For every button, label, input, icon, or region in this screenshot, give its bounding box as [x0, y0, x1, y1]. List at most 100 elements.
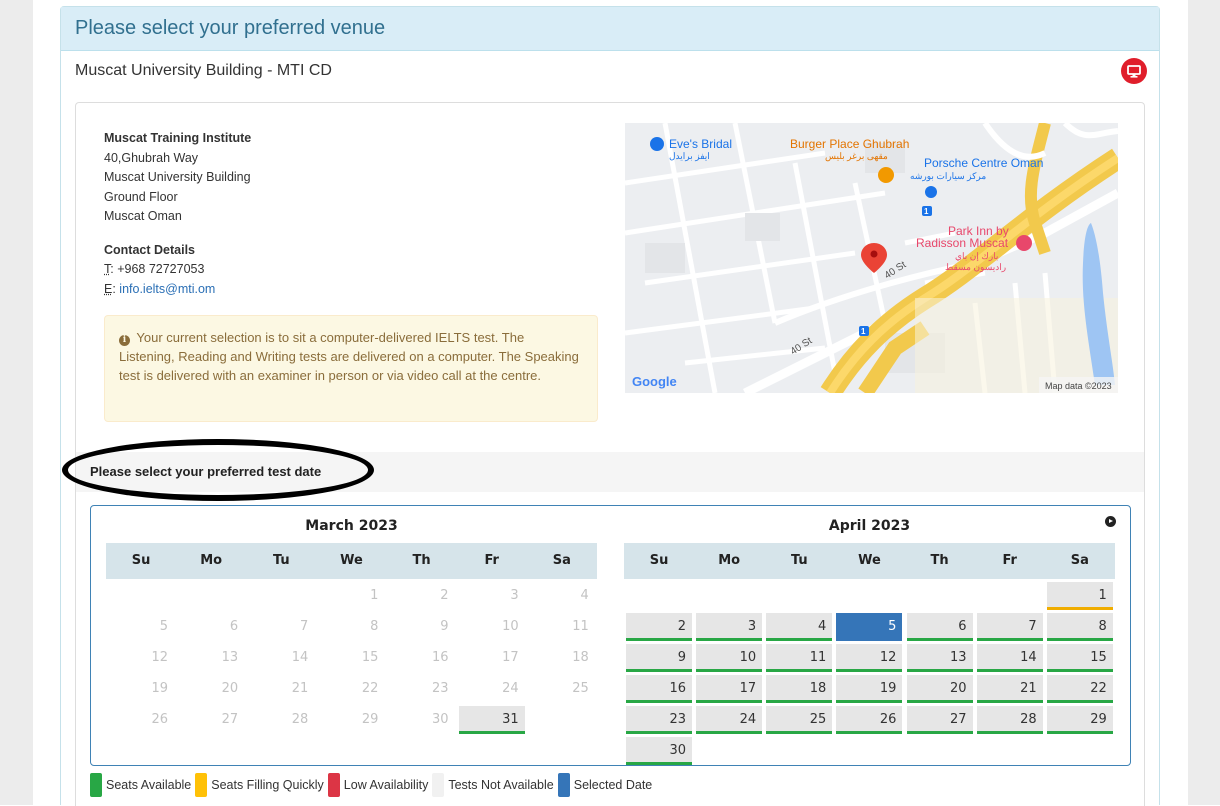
weekday-label: Th — [930, 553, 949, 568]
calendar-day[interactable]: 7 — [976, 613, 1043, 641]
calendar-day[interactable]: 21 — [976, 675, 1043, 703]
legend-swatch — [195, 773, 208, 797]
map-label-porsche: Porsche Centre Oman — [924, 156, 1043, 170]
email-line: E: info.ielts@mti.om — [104, 280, 251, 300]
calendar-day[interactable]: 13 — [906, 644, 973, 672]
legend-label: Low Availability — [343, 778, 429, 792]
calendar-day: 1 — [370, 588, 379, 603]
calendar-day: 21 — [291, 681, 309, 696]
calendar-day: 24 — [502, 681, 519, 696]
address-line: 40,Ghubrah Way — [104, 150, 199, 165]
calendar-day: 6 — [229, 619, 239, 634]
calendar-day[interactable]: 25 — [766, 706, 833, 734]
legend-swatch — [432, 773, 445, 797]
notice-text: Your current selection is to sit a compu… — [119, 330, 579, 383]
calendar-day: 23 — [432, 681, 449, 696]
calendar-day[interactable]: 6 — [906, 613, 973, 641]
next-month-icon[interactable] — [1105, 516, 1116, 527]
map-label-park-inn-2: Radisson Muscat — [916, 236, 1009, 250]
venue-details-card: Muscat Training Institute 40,Ghubrah Way… — [62, 102, 1145, 806]
test-date-heading-bar: Please select your preferred test date — [62, 439, 1144, 501]
weekday-label: Tu — [272, 553, 290, 568]
map-label-porsche-ar: مركز سيارات بورشه — [910, 171, 986, 182]
calendar-day[interactable]: 1 — [1046, 582, 1113, 610]
map-label-burger-place-ar: مقهى برغر بليس — [825, 151, 888, 162]
weekday-label: Tu — [790, 553, 808, 568]
calendar-day: 26 — [151, 712, 168, 727]
calendar-day[interactable]: 5 — [836, 613, 903, 641]
calendar-day[interactable]: 27 — [906, 706, 973, 734]
legend-label: Seats Available — [106, 778, 192, 792]
calendar-day: 13 — [221, 650, 239, 665]
calendar-day: 28 — [291, 712, 309, 727]
calendar-day: 30 — [432, 712, 449, 727]
calendar-day: 12 — [151, 650, 168, 665]
map-label-eves-bridal-ar: ايفز برايدل — [669, 151, 710, 162]
weekday-label: Fr — [484, 553, 499, 568]
venue-bar[interactable]: Muscat University Building - MTI CD — [61, 51, 1159, 91]
calendar-day[interactable]: 16 — [626, 675, 692, 703]
weekday-label: We — [858, 553, 881, 568]
calendar-day: 4 — [580, 588, 589, 603]
phone-number: : +968 72727053 — [110, 262, 205, 276]
calendar-day: 7 — [299, 619, 309, 634]
calendar-day[interactable]: 2 — [626, 613, 692, 641]
calendar-day[interactable]: 10 — [696, 644, 763, 672]
calendar-day[interactable]: 4 — [766, 613, 833, 641]
calendar-day[interactable]: 15 — [1046, 644, 1113, 672]
calendar-day[interactable]: 28 — [976, 706, 1043, 734]
calendar-day[interactable]: 20 — [906, 675, 973, 703]
map-label-park-inn-ar2: راديسون مسقط — [945, 262, 1006, 273]
weekday-label: Sa — [552, 553, 571, 568]
address-line: Muscat Oman — [104, 209, 182, 223]
calendar-day[interactable]: 26 — [836, 706, 903, 734]
calendar-day: 5 — [159, 619, 168, 634]
calendar-day: 8 — [370, 619, 379, 634]
calendar-day: 27 — [221, 712, 239, 727]
legend-label: Tests Not Available — [448, 778, 554, 792]
legend-item: Seats Available — [90, 773, 191, 797]
calendar-day[interactable]: 31 — [458, 706, 525, 734]
map-label-park-inn-ar1: بارك إن باي — [955, 251, 998, 262]
calendar-day[interactable]: 8 — [1046, 613, 1113, 641]
calendar-day: 17 — [502, 650, 519, 665]
weekday-header: Su Mo Tu We Th Fr Sa — [106, 543, 597, 579]
calendar-day[interactable]: 19 — [836, 675, 903, 703]
calendar-day[interactable]: 17 — [696, 675, 763, 703]
calendar-day[interactable]: 11 — [766, 644, 833, 672]
map-route-marker: 1 — [861, 327, 866, 336]
email-link[interactable]: info.ielts@mti.om — [119, 282, 215, 296]
info-icon: i — [119, 335, 130, 346]
calendar-day[interactable]: 30 — [626, 737, 692, 765]
weekday-label: Fr — [1002, 553, 1017, 568]
calendar-day[interactable]: 23 — [626, 706, 692, 734]
calendar-day: 29 — [361, 712, 379, 727]
weekday-header: Su Mo Tu We Th Fr Sa — [624, 543, 1115, 579]
weekday-label: Mo — [718, 553, 741, 568]
venue-map[interactable]: Eve's Bridal ايفز برايدل Burger Place Gh… — [625, 123, 1118, 393]
calendar-day[interactable]: 29 — [1046, 706, 1113, 734]
legend-swatch — [327, 773, 340, 797]
calendar-day: 9 — [440, 619, 449, 634]
calendar-day[interactable]: 3 — [696, 613, 763, 641]
weekday-label: Su — [649, 553, 669, 568]
weekday-label: Th — [412, 553, 431, 568]
calendar-day: 10 — [502, 619, 519, 634]
calendar-day[interactable]: 22 — [1046, 675, 1113, 703]
venue-panel: Please select your preferred venue Musca… — [60, 6, 1160, 806]
page-gutter-right — [1188, 0, 1220, 805]
calendar-day[interactable]: 9 — [626, 644, 692, 672]
legend-label: Selected Date — [573, 778, 653, 792]
legend-item: Low Availability — [327, 773, 429, 797]
calendar-day[interactable]: 24 — [696, 706, 763, 734]
weekday-label: Su — [131, 553, 151, 568]
venue-name[interactable]: Muscat University Building - MTI CD — [75, 62, 332, 80]
calendar-day[interactable]: 18 — [766, 675, 833, 703]
calendar-day[interactable]: 12 — [836, 644, 903, 672]
calendar-day[interactable]: 14 — [976, 644, 1043, 672]
calendar-day: 18 — [572, 650, 589, 665]
calendar-day: 22 — [361, 681, 379, 696]
venue-address: Muscat Training Institute 40,Ghubrah Way… — [104, 129, 251, 299]
availability-legend: Seats Available Seats Filling Quickly Low … — [90, 773, 656, 797]
map-attribution: Map data ©2023 — [1045, 381, 1112, 391]
